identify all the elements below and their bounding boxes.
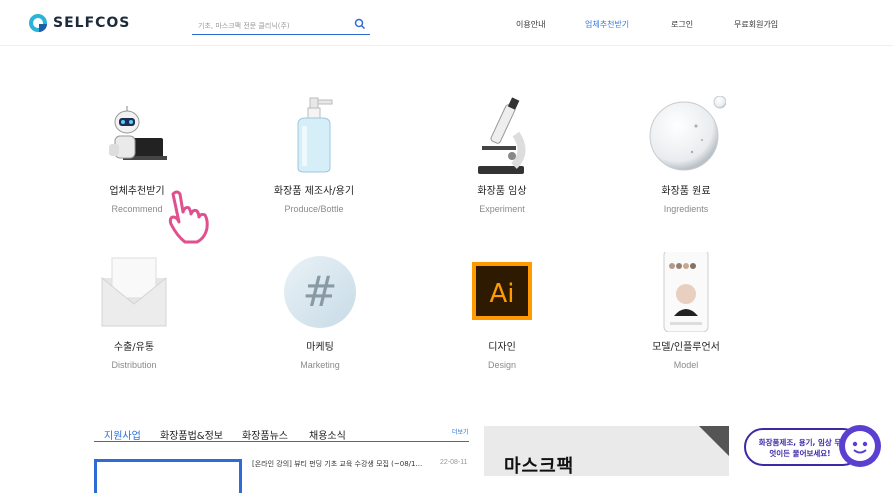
category-distribution[interactable]: 수출/유통 Distribution xyxy=(54,252,214,370)
category-title: 수출/유통 xyxy=(113,342,155,353)
nav-recommend[interactable]: 업체추천받기 xyxy=(585,19,629,30)
nav-guide[interactable]: 이용안내 xyxy=(516,19,545,30)
category-subtitle: Distribution xyxy=(111,360,157,370)
notice-item[interactable]: [온라인 강의] 뷰티 펀딩 기초 교육 수강생 모집 (~08/1... xyxy=(252,459,422,469)
illustrator-icon: Ai xyxy=(462,252,542,332)
category-title: 디자인 xyxy=(488,342,516,353)
search-input[interactable] xyxy=(192,17,342,35)
promo-banner[interactable]: 마스크팩 xyxy=(484,426,729,476)
droplet-bubble-icon xyxy=(646,95,727,176)
chatbot-icon[interactable] xyxy=(838,424,882,468)
category-produce[interactable]: 화장품 제조사/용기 Produce/Bottle xyxy=(234,96,394,214)
phone-profile-icon xyxy=(646,249,726,333)
pointing-hand-icon xyxy=(168,190,209,244)
category-subtitle: Ingredients xyxy=(663,204,709,214)
logo-ring-icon xyxy=(29,14,47,32)
category-subtitle: Model xyxy=(673,360,699,370)
chat-bubble-text: 화장품제조, 용기, 임상 무엇이든 물어보세요! xyxy=(758,438,842,458)
logo-text: SELFCOS xyxy=(53,15,131,31)
category-design[interactable]: Ai 디자인 Design xyxy=(422,252,582,370)
banner-text: 마스크팩 xyxy=(504,456,575,476)
microscope-icon xyxy=(462,96,542,176)
tab-news[interactable]: 화장품뉴스 xyxy=(242,427,288,442)
robot-laptop-icon xyxy=(97,96,177,176)
notice-date: 22-08-11 xyxy=(440,459,468,466)
category-title: 화장품 원료 xyxy=(661,186,711,197)
category-ingredients[interactable]: 화장품 원료 Ingredients xyxy=(606,95,766,214)
category-subtitle: Design xyxy=(487,360,516,370)
nav-login[interactable]: 로그인 xyxy=(671,19,693,30)
notice-thumbnail[interactable] xyxy=(94,459,242,493)
tab-support[interactable]: 지원사업 xyxy=(104,427,141,442)
category-title: 화장품 제조사/용기 xyxy=(273,186,355,197)
search-icon[interactable] xyxy=(354,18,366,30)
category-experiment[interactable]: 화장품 임상 Experiment xyxy=(422,96,582,214)
category-title: 모델/인플루언서 xyxy=(652,342,720,353)
category-title: 화장품 임상 xyxy=(477,186,527,197)
more-link[interactable]: 더보기 xyxy=(452,427,469,436)
search-bar xyxy=(192,15,370,35)
tab-jobs[interactable]: 채용소식 xyxy=(309,427,346,442)
tab-law-info[interactable]: 화장품법&정보 xyxy=(160,427,223,442)
banner-corner xyxy=(699,426,729,456)
envelope-icon xyxy=(94,252,174,332)
category-title: 마케팅 xyxy=(306,342,334,353)
pump-bottle-icon xyxy=(274,96,354,176)
board-tabs: 지원사업 화장품법&정보 화장품뉴스 채용소식 xyxy=(94,426,469,442)
nav-signup[interactable]: 무료회원가입 xyxy=(734,19,778,30)
svg-text:#: # xyxy=(302,267,337,316)
category-subtitle: Produce/Bottle xyxy=(284,204,344,214)
category-subtitle: Experiment xyxy=(479,204,525,214)
header: SELFCOS 이용안내 업체추천받기 로그인 무료회원가입 xyxy=(0,0,893,46)
svg-text:Ai: Ai xyxy=(489,279,514,309)
logo[interactable]: SELFCOS xyxy=(29,14,130,32)
category-subtitle: Marketing xyxy=(300,360,340,370)
category-model[interactable]: 모델/인플루언서 Model xyxy=(606,249,766,370)
category-marketing[interactable]: # 마케팅 Marketing xyxy=(240,252,400,370)
hashtag-icon: # xyxy=(280,252,360,332)
